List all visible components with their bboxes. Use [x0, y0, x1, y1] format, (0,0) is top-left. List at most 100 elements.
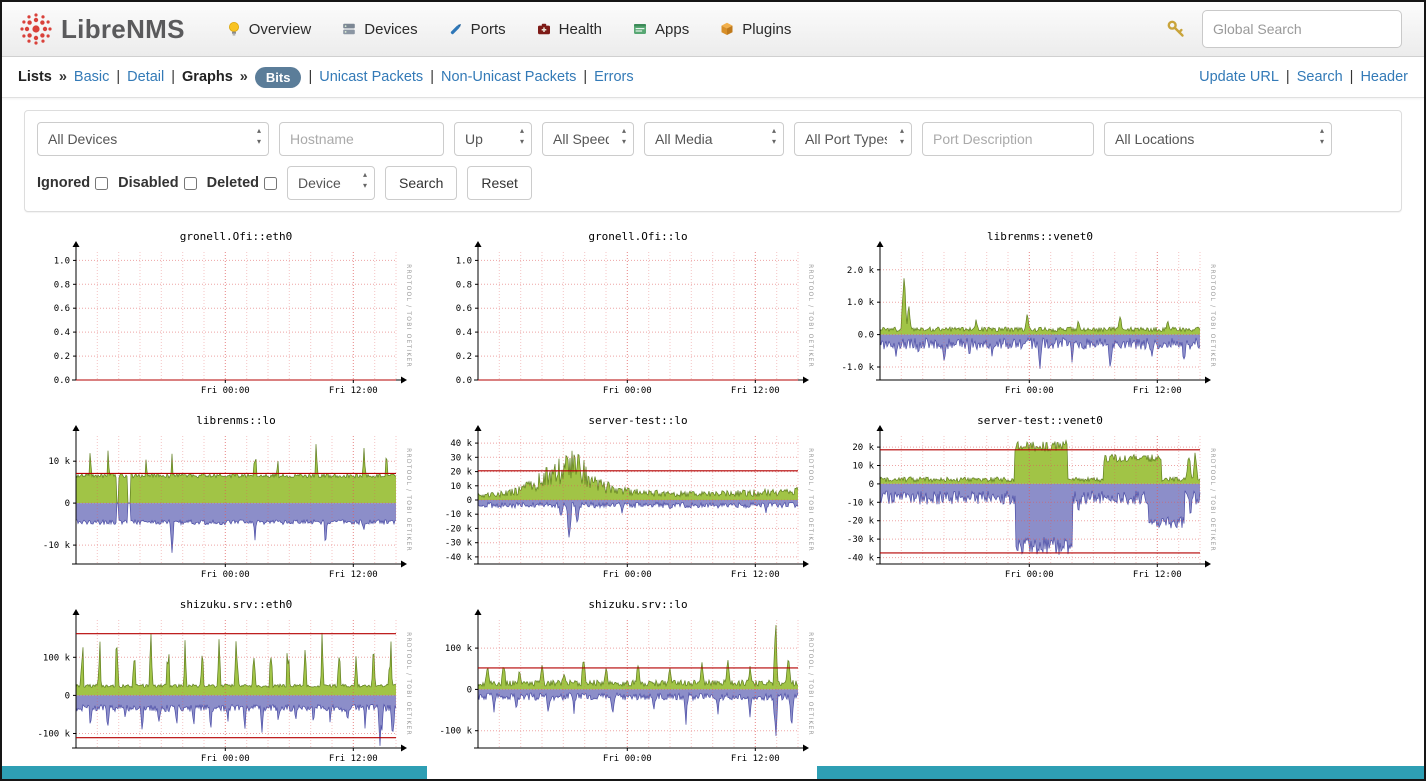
- graph-tab-bits[interactable]: Bits: [255, 67, 302, 88]
- media-filter-select[interactable]: All Media: [644, 122, 784, 156]
- rrd-graph: 40 k30 k20 k10 k0-10 k-20 k-30 k-40 kFri…: [426, 410, 816, 592]
- svg-text:RRDTOOL / TOBI OETIKER: RRDTOOL / TOBI OETIKER: [807, 448, 814, 552]
- svg-text:-100 k: -100 k: [37, 730, 70, 740]
- menu-overview[interactable]: Overview: [211, 2, 327, 56]
- separator: |: [171, 69, 175, 85]
- menu-label: Overview: [249, 21, 312, 38]
- header-link[interactable]: Header: [1360, 69, 1408, 85]
- filter-row-2: Ignored Disabled Deleted Device Search R…: [37, 166, 1389, 200]
- menu-health[interactable]: Health: [521, 2, 617, 56]
- svg-text:100 k: 100 k: [43, 653, 71, 663]
- svg-text:10 k: 10 k: [450, 482, 472, 492]
- graph-tab-non-unicast-packets[interactable]: Non-Unicast Packets: [441, 69, 576, 85]
- svg-text:0.8: 0.8: [54, 280, 70, 290]
- search-link[interactable]: Search: [1297, 69, 1343, 85]
- rrd-graph: 10 k0-10 kFri 00:00Fri 12:00librenms::lo…: [24, 410, 414, 592]
- separator: |: [430, 69, 434, 85]
- secondary-toolbar: Lists » Basic | Detail | Graphs » Bits |…: [2, 57, 1424, 98]
- menu-ports[interactable]: Ports: [433, 2, 521, 56]
- svg-text:0: 0: [467, 685, 472, 695]
- svg-text:-1.0 k: -1.0 k: [841, 363, 874, 373]
- svg-text:0.8: 0.8: [456, 280, 472, 290]
- graph-shizuku-srv-eth0[interactable]: 100 k0-100 kFri 00:00Fri 12:00shizuku.sr…: [24, 594, 414, 776]
- ignored-checkbox-label: Ignored: [37, 175, 108, 191]
- menu-label: Health: [559, 21, 602, 38]
- separator: |: [1350, 69, 1354, 85]
- menu-label: Ports: [471, 21, 506, 38]
- graph-gronell-ofi-eth0[interactable]: 1.00.80.60.40.20.0Fri 00:00Fri 12:00gron…: [24, 226, 414, 408]
- link-basic[interactable]: Basic: [74, 69, 109, 85]
- svg-text:0: 0: [467, 496, 472, 506]
- disabled-checkbox[interactable]: [184, 177, 197, 190]
- reset-button[interactable]: Reset: [467, 166, 532, 200]
- lightbulb-icon: [226, 21, 242, 37]
- navbar-right: [1166, 10, 1408, 48]
- svg-text:server-test::lo: server-test::lo: [588, 414, 687, 427]
- svg-text:RRDTOOL / TOBI OETIKER: RRDTOOL / TOBI OETIKER: [405, 632, 412, 736]
- svg-text:-10 k: -10 k: [445, 510, 473, 520]
- graph-librenms-venet0[interactable]: 2.0 k1.0 k0.0-1.0 kFri 00:00Fri 12:00lib…: [828, 226, 1218, 408]
- svg-text:Fri 00:00: Fri 00:00: [603, 754, 652, 764]
- menu-plugins[interactable]: Plugins: [704, 2, 806, 56]
- state-filter-select[interactable]: Up: [454, 122, 532, 156]
- separator: »: [59, 69, 67, 85]
- checkbox-label: Disabled: [118, 175, 178, 191]
- graph-librenms-lo[interactable]: 10 k0-10 kFri 00:00Fri 12:00librenms::lo…: [24, 410, 414, 592]
- port-type-filter-select[interactable]: All Port Types: [794, 122, 912, 156]
- deleted-checkbox[interactable]: [264, 177, 277, 190]
- graph-shizuku-srv-lo[interactable]: 100 k0-100 kFri 00:00Fri 12:00shizuku.sr…: [426, 594, 816, 776]
- ports-icon: [448, 21, 464, 37]
- separator: |: [116, 69, 120, 85]
- brand-logo[interactable]: LibreNMS: [18, 11, 185, 47]
- svg-text:Fri 12:00: Fri 12:00: [731, 754, 780, 764]
- graph-gronell-ofi-lo[interactable]: 1.00.80.60.40.20.0Fri 00:00Fri 12:00gron…: [426, 226, 816, 408]
- location-filter-select[interactable]: All Locations: [1104, 122, 1332, 156]
- speed-filter-select[interactable]: All Speeds: [542, 122, 634, 156]
- svg-text:100 k: 100 k: [445, 644, 473, 654]
- svg-text:1.0 k: 1.0 k: [847, 298, 875, 308]
- svg-text:0.4: 0.4: [54, 328, 70, 338]
- graph-server-test-venet0[interactable]: 20 k10 k0-10 k-20 k-30 k-40 kFri 00:00Fr…: [828, 410, 1218, 592]
- separator: |: [308, 69, 312, 85]
- group-by-select[interactable]: Device: [287, 166, 375, 200]
- ignored-checkbox[interactable]: [95, 177, 108, 190]
- svg-text:gronell.Ofi::lo: gronell.Ofi::lo: [588, 230, 687, 243]
- rrd-graph: 1.00.80.60.40.20.0Fri 00:00Fri 12:00gron…: [24, 226, 414, 408]
- search-button[interactable]: Search: [385, 166, 457, 200]
- svg-text:40 k: 40 k: [450, 439, 472, 449]
- server-icon: [341, 21, 357, 37]
- svg-text:10 k: 10 k: [48, 457, 70, 467]
- svg-text:1.0: 1.0: [54, 256, 70, 266]
- svg-text:Fri 00:00: Fri 00:00: [201, 386, 250, 396]
- main-menu: Overview Devices Ports: [211, 2, 807, 56]
- svg-text:Fri 00:00: Fri 00:00: [603, 570, 652, 580]
- separator: »: [240, 69, 248, 85]
- svg-text:Fri 00:00: Fri 00:00: [201, 754, 250, 764]
- global-search-input[interactable]: [1202, 10, 1402, 48]
- menu-devices[interactable]: Devices: [326, 2, 432, 56]
- svg-text:-40 k: -40 k: [445, 553, 473, 563]
- hostname-input[interactable]: [279, 122, 444, 156]
- link-detail[interactable]: Detail: [127, 69, 164, 85]
- svg-text:0.2: 0.2: [456, 352, 472, 362]
- device-filter-select[interactable]: All Devices: [37, 122, 269, 156]
- librenms-app: LibreNMS Overview Devices: [0, 0, 1426, 781]
- graph-tab-unicast-packets[interactable]: Unicast Packets: [319, 69, 423, 85]
- checkbox-label: Ignored: [37, 175, 90, 191]
- wrench-icon[interactable]: [1166, 19, 1186, 39]
- separator: |: [583, 69, 587, 85]
- footer-notch: [427, 766, 817, 779]
- update-url-link[interactable]: Update URL: [1199, 69, 1279, 85]
- port-description-input[interactable]: [922, 122, 1094, 156]
- svg-text:0.6: 0.6: [54, 304, 70, 314]
- graph-server-test-lo[interactable]: 40 k30 k20 k10 k0-10 k-20 k-30 k-40 kFri…: [426, 410, 816, 592]
- svg-text:Fri 12:00: Fri 12:00: [329, 570, 378, 580]
- toolbar-right-links: Update URL | Search | Header: [1199, 69, 1408, 85]
- svg-text:-20 k: -20 k: [445, 524, 473, 534]
- separator: |: [1286, 69, 1290, 85]
- graph-tab-errors[interactable]: Errors: [594, 69, 633, 85]
- health-icon: [536, 21, 552, 37]
- menu-apps[interactable]: Apps: [617, 2, 704, 56]
- svg-text:20 k: 20 k: [852, 443, 874, 453]
- svg-text:1.0: 1.0: [456, 256, 472, 266]
